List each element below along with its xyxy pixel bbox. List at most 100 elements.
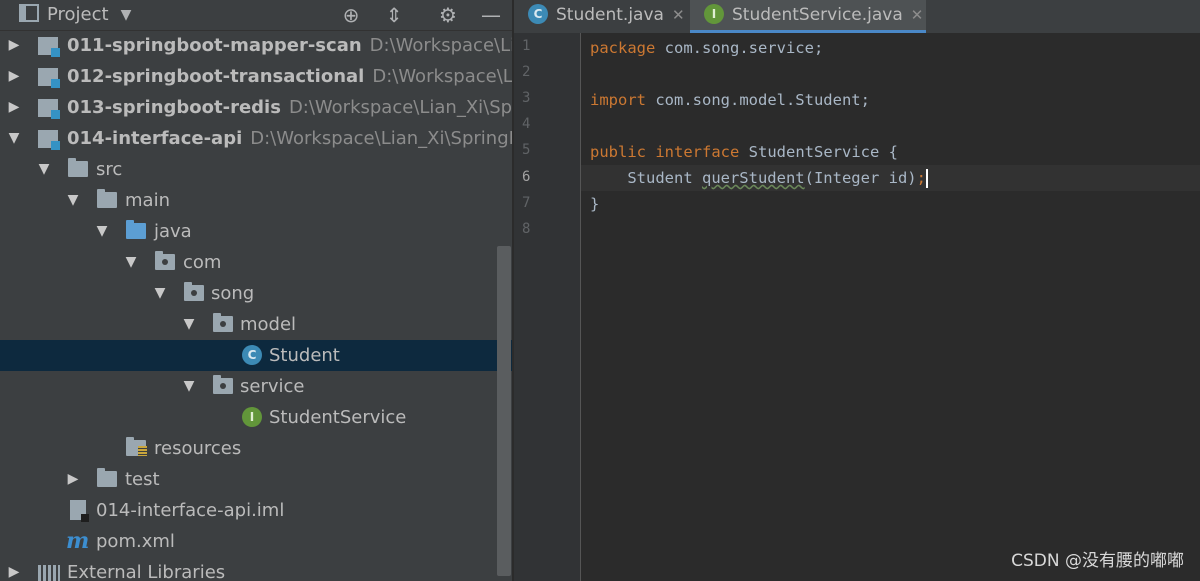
line-number: 2 [522, 64, 531, 80]
tree-item-resources[interactable]: resources [0, 433, 513, 464]
locate-icon[interactable]: ⊕ [338, 0, 364, 30]
interface-icon: I [242, 407, 262, 427]
resources-folder-icon [126, 437, 147, 456]
module-icon [38, 99, 60, 119]
settings-gear-icon[interactable]: ⚙ [435, 0, 461, 30]
tree-item-interface[interactable]: I StudentService [0, 402, 513, 433]
collapse-arrow-icon[interactable]: ▼ [6, 123, 22, 154]
tree-item-package[interactable]: ▼ song [0, 278, 513, 309]
tree-item-source-folder[interactable]: ▼ java [0, 216, 513, 247]
package-icon [155, 251, 175, 270]
libraries-icon [38, 565, 60, 581]
project-scrollbar[interactable] [497, 246, 511, 576]
package-icon [213, 375, 233, 394]
hide-icon[interactable]: — [478, 0, 504, 30]
expand-arrow-icon[interactable]: ▶ [6, 61, 22, 92]
tree-item-folder[interactable]: ▼ src [0, 154, 513, 185]
class-icon: C [242, 345, 262, 365]
interface-icon: I [704, 4, 724, 24]
line-number: 8 [522, 221, 531, 237]
folder-icon [68, 158, 88, 177]
collapse-arrow-icon[interactable]: ▼ [65, 185, 81, 216]
class-icon: C [528, 4, 548, 24]
code-line[interactable]: package com.song.service; [590, 35, 823, 61]
package-icon [184, 282, 204, 301]
tree-item-label: com [183, 252, 222, 273]
tree-item-file[interactable]: 014-interface-api.iml [0, 495, 513, 526]
tree-item-path: D:\Workspace\Lian_Xi\SpringBootS\ [250, 128, 513, 149]
code-line[interactable]: } [590, 191, 599, 217]
editor-tabs: C Student.java ✕ I StudentService.java ✕ [514, 0, 1200, 33]
tree-item-label: model [240, 314, 297, 335]
tree-item-folder[interactable]: ▼ main [0, 185, 513, 216]
code-line[interactable]: public interface StudentService { [590, 139, 898, 165]
iml-file-icon [70, 500, 89, 522]
tree-item-label: resources [154, 438, 242, 459]
tab-student-java[interactable]: C Student.java ✕ [514, 0, 690, 33]
tree-item-module[interactable]: ▶ 012-springboot-transactional D:\Workspa… [0, 61, 513, 92]
tree-item-label: java [154, 221, 192, 242]
tree-item-package[interactable]: ▼ model [0, 309, 513, 340]
line-number: 4 [522, 116, 531, 132]
module-icon [38, 37, 60, 57]
tree-item-file[interactable]: m pom.xml [0, 526, 513, 557]
expand-arrow-icon[interactable]: ▶ [6, 30, 22, 61]
project-panel: Project ▼ ⊕ ⇕ ⚙ — ▶ 011-springboot-mappe… [0, 0, 513, 581]
close-tab-icon[interactable]: ✕ [672, 6, 685, 24]
collapse-arrow-icon[interactable]: ▼ [36, 154, 52, 185]
project-header: Project ▼ ⊕ ⇕ ⚙ — [0, 0, 513, 31]
tab-label: Student.java [556, 5, 664, 25]
tree-item-package[interactable]: ▼ com [0, 247, 513, 278]
expand-arrow-icon[interactable]: ▶ [6, 92, 22, 123]
line-number: 5 [522, 142, 531, 158]
code-editor[interactable]: package com.song.service; import com.son… [581, 33, 1200, 581]
method-name-warning: querStudent [701, 169, 805, 187]
tree-item-folder[interactable]: ▶ test [0, 464, 513, 495]
tree-item-label: service [240, 376, 305, 397]
tree-item-label: 013-springboot-redis [67, 97, 281, 118]
tab-label: StudentService.java [732, 5, 903, 25]
collapse-arrow-icon[interactable]: ▼ [181, 309, 197, 340]
tree-item-label: src [96, 159, 123, 180]
collapse-arrow-icon[interactable]: ▼ [152, 278, 168, 309]
tree-item-module[interactable]: ▼ 014-interface-api D:\Workspace\Lian_Xi\… [0, 123, 513, 154]
collapse-arrow-icon[interactable]: ▼ [94, 216, 110, 247]
folder-icon [97, 189, 117, 208]
tree-item-path: D:\Workspace\Lian_Xi\SpringBo [288, 97, 513, 118]
source-folder-icon [126, 220, 146, 239]
package-icon [213, 313, 233, 332]
maven-icon: m [66, 528, 90, 554]
line-number-gutter: 1 2 3 4 5 6 7 8 [514, 33, 581, 581]
tree-item-label: test [125, 469, 160, 490]
tree-item-module[interactable]: ▶ 013-springboot-redis D:\Workspace\Lian_… [0, 92, 513, 123]
line-number: 7 [522, 195, 531, 211]
tab-studentservice-java[interactable]: I StudentService.java ✕ [690, 0, 926, 33]
tree-item-libraries[interactable]: ▶ External Libraries [0, 557, 513, 581]
expand-arrow-icon[interactable]: ▶ [65, 464, 81, 495]
collapse-arrow-icon[interactable]: ▼ [123, 247, 139, 278]
tree-item-path: D:\Workspace\Lian_Xi\S [369, 35, 513, 56]
code-line-current[interactable]: Student querStudent(Integer id); [590, 165, 928, 191]
tree-item-label: 012-springboot-transactional [67, 66, 365, 87]
module-icon [38, 130, 60, 150]
project-view-icon[interactable] [18, 0, 40, 30]
line-number: 3 [522, 90, 531, 106]
collapse-all-icon[interactable]: ⇕ [381, 0, 407, 30]
close-tab-icon[interactable]: ✕ [911, 6, 924, 24]
tree-item-module[interactable]: ▶ 011-springboot-mapper-scan D:\Workspace… [0, 30, 513, 61]
dropdown-caret-icon[interactable]: ▼ [116, 0, 136, 30]
tree-item-package[interactable]: ▼ service [0, 371, 513, 402]
line-number: 1 [522, 38, 531, 54]
collapse-arrow-icon[interactable]: ▼ [181, 371, 197, 402]
project-title[interactable]: Project [47, 0, 109, 30]
expand-arrow-icon[interactable]: ▶ [6, 557, 22, 581]
module-icon [38, 68, 60, 88]
tree-item-label: External Libraries [67, 562, 226, 581]
tree-item-class[interactable]: C Student [0, 340, 513, 371]
watermark: CSDN @没有腰的嘟嘟 [1011, 551, 1184, 571]
tree-item-path: D:\Workspace\Lian_Xi\S [372, 66, 513, 87]
code-line[interactable]: import com.song.model.Student; [590, 87, 870, 113]
folder-icon [97, 468, 117, 487]
tree-item-label: Student [269, 345, 340, 366]
tree-item-label: 011-springboot-mapper-scan [67, 35, 362, 56]
